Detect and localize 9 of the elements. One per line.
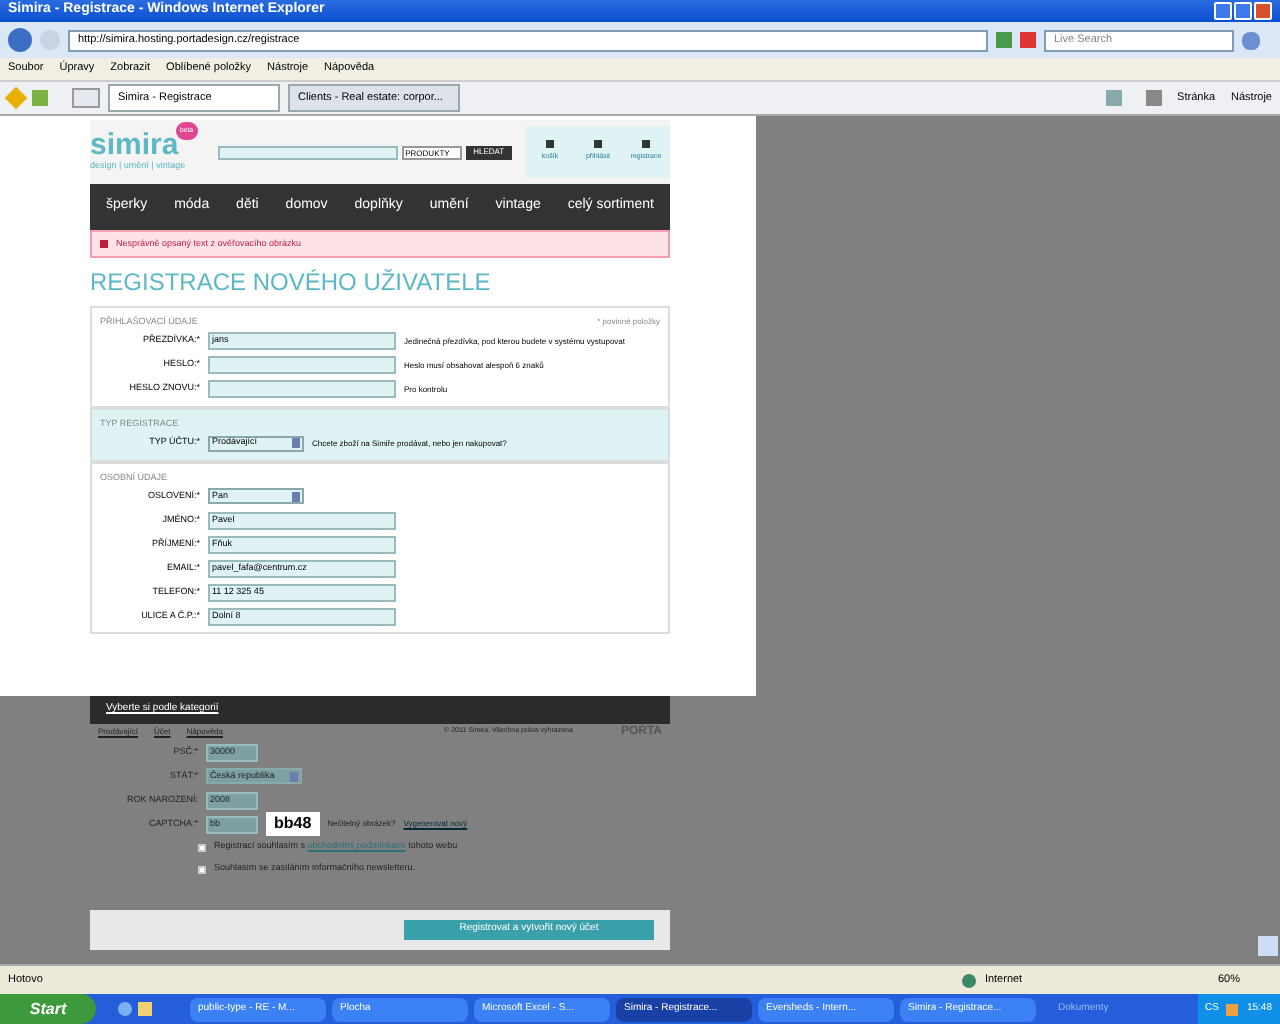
start-button[interactable]: Start <box>0 994 96 1024</box>
input-field[interactable] <box>208 380 396 399</box>
search-input[interactable] <box>217 145 398 159</box>
checkbox[interactable] <box>198 865 206 873</box>
captcha-image: bb48 <box>266 812 320 836</box>
checkbox[interactable] <box>198 843 206 851</box>
page-heading: REGISTRACE NOVÉHO UŽIVATELE <box>90 266 493 300</box>
input-field[interactable] <box>208 356 396 375</box>
logo: simira <box>90 130 179 161</box>
